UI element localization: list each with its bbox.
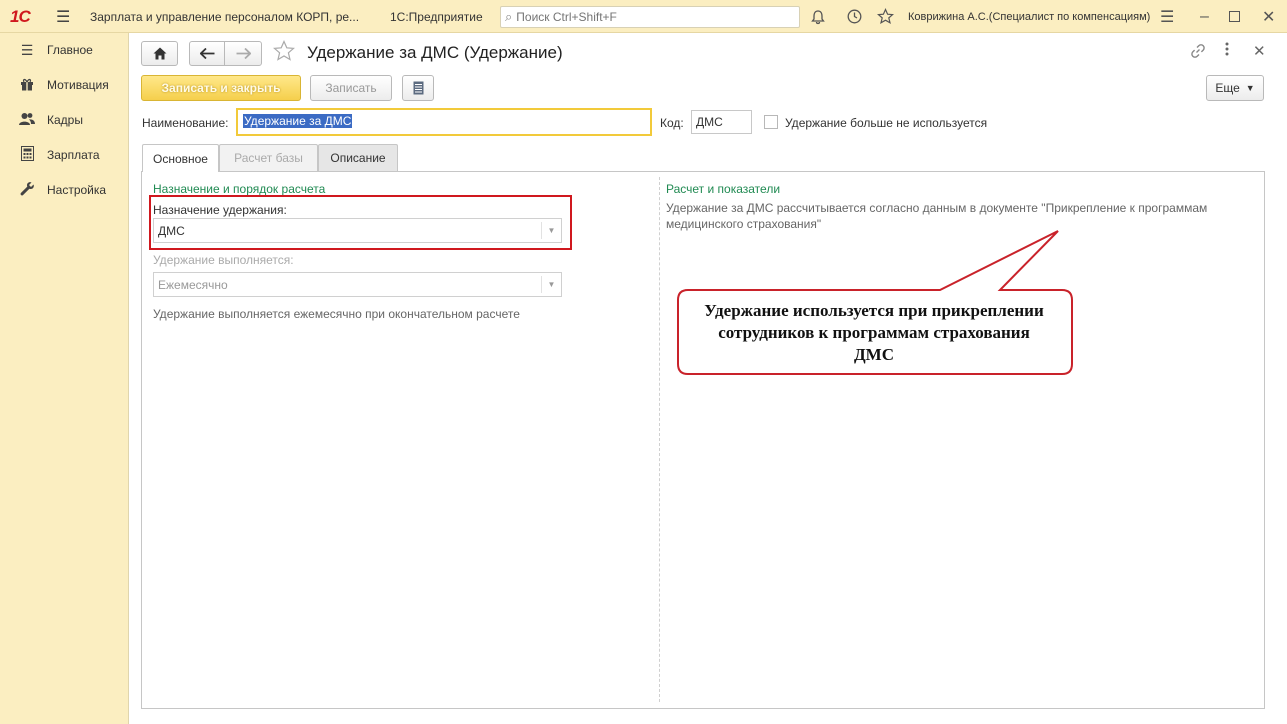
app-title: Зарплата и управление персоналом КОРП, р…	[90, 9, 360, 24]
page-title: Удержание за ДМС (Удержание)	[307, 43, 563, 62]
form-area: Удержание за ДМС (Удержание) ✕ Записать …	[130, 34, 1287, 724]
maximize-icon[interactable]	[1229, 0, 1240, 33]
sidebar-item-motivation[interactable]: Мотивация	[0, 71, 128, 99]
gift-icon	[17, 77, 37, 94]
global-search[interactable]: ⌕	[500, 6, 800, 28]
run-mode-description: Удержание выполняется ежемесячно при око…	[153, 307, 520, 321]
save-and-close-label: Записать и закрыть	[161, 81, 281, 95]
home-button[interactable]	[141, 41, 178, 66]
tab-main[interactable]: Основное	[142, 144, 219, 172]
more-label: Еще	[1215, 81, 1240, 95]
sidebar-item-settings[interactable]: Настройка	[0, 176, 128, 204]
purpose-select[interactable]: ДМС ▼	[153, 218, 562, 243]
search-icon: ⌕	[505, 9, 513, 24]
minimize-icon[interactable]: –	[1200, 0, 1209, 33]
sidebar-item-label: Настройка	[47, 183, 107, 197]
sidebar-item-main[interactable]: ☰ Главное	[0, 36, 128, 64]
sidebar: ☰ Главное Мотивация Кадры Зарплата Настр…	[0, 33, 129, 724]
name-input[interactable]: Удержание за ДМС	[236, 108, 652, 136]
more-button[interactable]: Еще ▼	[1206, 75, 1264, 101]
name-value: Удержание за ДМС	[243, 114, 353, 128]
wrench-icon	[17, 181, 37, 199]
run-mode-label: Удержание выполняется:	[153, 253, 294, 267]
code-input[interactable]: ДМС	[691, 110, 752, 134]
sidebar-item-salary[interactable]: Зарплата	[0, 141, 128, 169]
unused-checkbox[interactable]	[764, 115, 778, 129]
back-button[interactable]	[189, 41, 225, 66]
bell-icon[interactable]	[810, 0, 826, 33]
close-form-icon[interactable]: ✕	[1253, 42, 1266, 60]
sidebar-item-label: Кадры	[47, 113, 83, 127]
name-label: Наименование:	[142, 116, 229, 130]
purpose-label: Назначение удержания:	[153, 203, 287, 217]
save-button[interactable]: Записать	[310, 75, 392, 101]
dropdown-arrow-icon[interactable]: ▼	[541, 222, 561, 239]
save-and-close-button[interactable]: Записать и закрыть	[141, 75, 301, 101]
link-icon[interactable]	[1190, 43, 1206, 63]
run-mode-value: Ежемесячно	[158, 278, 228, 292]
tab-description[interactable]: Описание	[318, 144, 398, 171]
platform-name: 1С:Предприятие	[390, 9, 483, 24]
dropdown-arrow-icon[interactable]: ▼	[541, 276, 561, 293]
arrow-left-icon	[199, 48, 214, 59]
main-menu-icon[interactable]: ☰	[56, 0, 70, 33]
window-menu-icon[interactable]: ☰	[1160, 0, 1174, 33]
sidebar-item-label: Мотивация	[47, 78, 109, 92]
title-bar: 1С ☰ Зарплата и управление персоналом КО…	[0, 0, 1287, 33]
favorite-star-icon[interactable]	[273, 40, 295, 68]
calculator-icon	[17, 146, 37, 164]
calculation-description: Удержание за ДМС рассчитывается согласно…	[666, 201, 1208, 231]
run-mode-select[interactable]: Ежемесячно ▼	[153, 272, 562, 297]
arrow-right-icon	[236, 48, 251, 59]
people-icon	[17, 112, 37, 129]
chevron-down-icon: ▼	[1245, 83, 1255, 93]
sidebar-item-personnel[interactable]: Кадры	[0, 106, 128, 134]
unused-checkbox-label[interactable]: Удержание больше не используется	[785, 116, 987, 130]
section-title-calculation: Расчет и показатели	[666, 182, 781, 196]
section-title-purpose: Назначение и порядок расчета	[153, 182, 326, 196]
code-label: Код:	[660, 116, 684, 130]
document-list-button[interactable]	[402, 75, 434, 101]
search-input[interactable]	[516, 10, 787, 24]
favorites-star-icon[interactable]	[877, 0, 894, 33]
column-divider	[659, 177, 660, 702]
home-icon	[153, 47, 166, 60]
close-window-icon[interactable]: ✕	[1262, 0, 1275, 33]
app-logo: 1С	[10, 6, 31, 26]
tab-base-calc[interactable]: Расчет базы	[219, 144, 318, 171]
history-icon[interactable]	[846, 0, 863, 33]
document-icon	[413, 81, 423, 95]
purpose-value: ДМС	[158, 224, 185, 238]
more-vertical-icon[interactable]	[1225, 42, 1229, 60]
sidebar-item-label: Главное	[47, 43, 93, 57]
current-user[interactable]: Коврижина А.С.(Специалист по компенсация…	[908, 0, 1150, 33]
tab-panel-main: Назначение и порядок расчета Расчет и по…	[141, 171, 1265, 709]
callout-text: Удержание используется при прикреплении …	[704, 301, 1044, 364]
forward-button[interactable]	[224, 41, 262, 66]
menu-icon: ☰	[20, 41, 34, 58]
sidebar-item-label: Зарплата	[47, 148, 100, 162]
